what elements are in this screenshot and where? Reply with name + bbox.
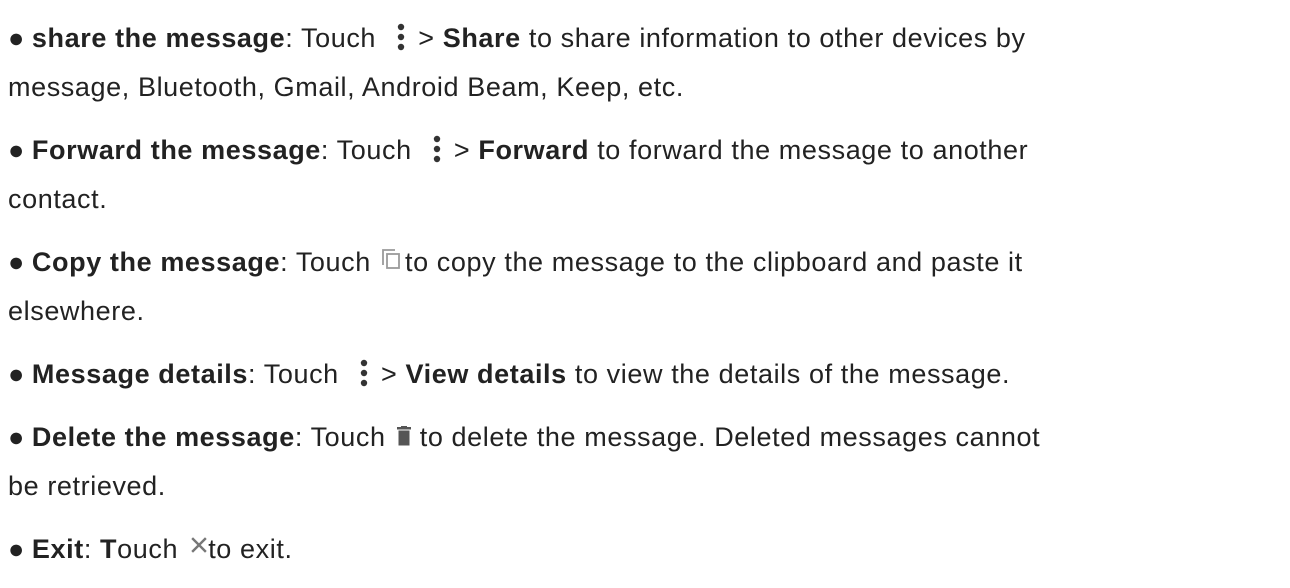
item-title: Forward the message [31,135,321,165]
item-text: contact. [8,184,108,214]
list-item-share: ● share the message: Touch > Share to sha… [8,14,1278,112]
bullet: ● [8,534,25,564]
item-text: be retrieved. [8,471,166,501]
item-text: ouch [117,534,187,564]
item-title: Delete the message [31,422,295,452]
item-text: : Touch [294,422,394,452]
item-action: Share [442,23,521,53]
item-text: > [445,135,479,165]
bullet: ● [8,23,25,53]
item-title: Message details [31,359,249,389]
item-line: message, Bluetooth, Gmail, Android Beam,… [8,63,1278,112]
item-text-bold: T [100,534,118,564]
list-item-details: ● Message details: Touch > View details t… [8,350,1278,399]
close-icon [190,536,208,554]
item-line: ● share the message: Touch > Share to sha… [8,14,1278,63]
item-line: elsewhere. [8,287,1278,336]
item-text: to share information to other devices by [520,23,1026,53]
item-text: : [83,534,101,564]
more-vert-icon [432,135,442,163]
delete-icon [396,425,412,446]
item-action: Forward [478,135,590,165]
more-vert-icon [359,359,369,387]
bullet: ● [8,422,25,452]
item-line: contact. [8,175,1278,224]
item-action: View details [405,359,567,389]
item-title: share the message [31,23,286,53]
item-line: ● Forward the message: Touch > Forward to… [8,126,1278,175]
item-text: > [410,23,443,53]
more-vert-icon [396,23,406,51]
item-text: elsewhere. [8,296,145,326]
list-item-copy: ● Copy the message: Touch to copy the mes… [8,238,1278,336]
bullet: ● [8,135,25,165]
item-title: Copy the message [31,247,281,277]
item-line: ● Message details: Touch > View details t… [8,350,1278,399]
bullet: ● [8,359,25,389]
item-text: message, Bluetooth, Gmail, Android Beam,… [8,72,684,102]
item-text: : Touch [280,247,379,277]
item-text: to copy the message to the clipboard and… [404,247,1023,277]
item-text: to forward the message to another [589,135,1029,165]
item-title: Exit [31,534,84,564]
bullet: ● [8,247,25,277]
item-text: to view the details of the message. [566,359,1011,389]
item-text: : Touch [285,23,385,53]
item-line: be retrieved. [8,462,1278,511]
item-text: : Touch [320,135,420,165]
item-text: > [372,359,406,389]
copy-icon [381,248,401,270]
item-line: ● Copy the message: Touch to copy the mes… [8,238,1278,287]
help-document: ● share the message: Touch > Share to sha… [8,14,1278,588]
item-text: : Touch [248,359,347,389]
item-text: to exit. [208,534,293,564]
list-item-delete: ● Delete the message: Touch to delete the… [8,413,1278,511]
item-text: to delete the message. Deleted messages … [419,422,1041,452]
list-item-forward: ● Forward the message: Touch > Forward to… [8,126,1278,224]
item-line: ● Delete the message: Touch to delete the… [8,413,1278,462]
